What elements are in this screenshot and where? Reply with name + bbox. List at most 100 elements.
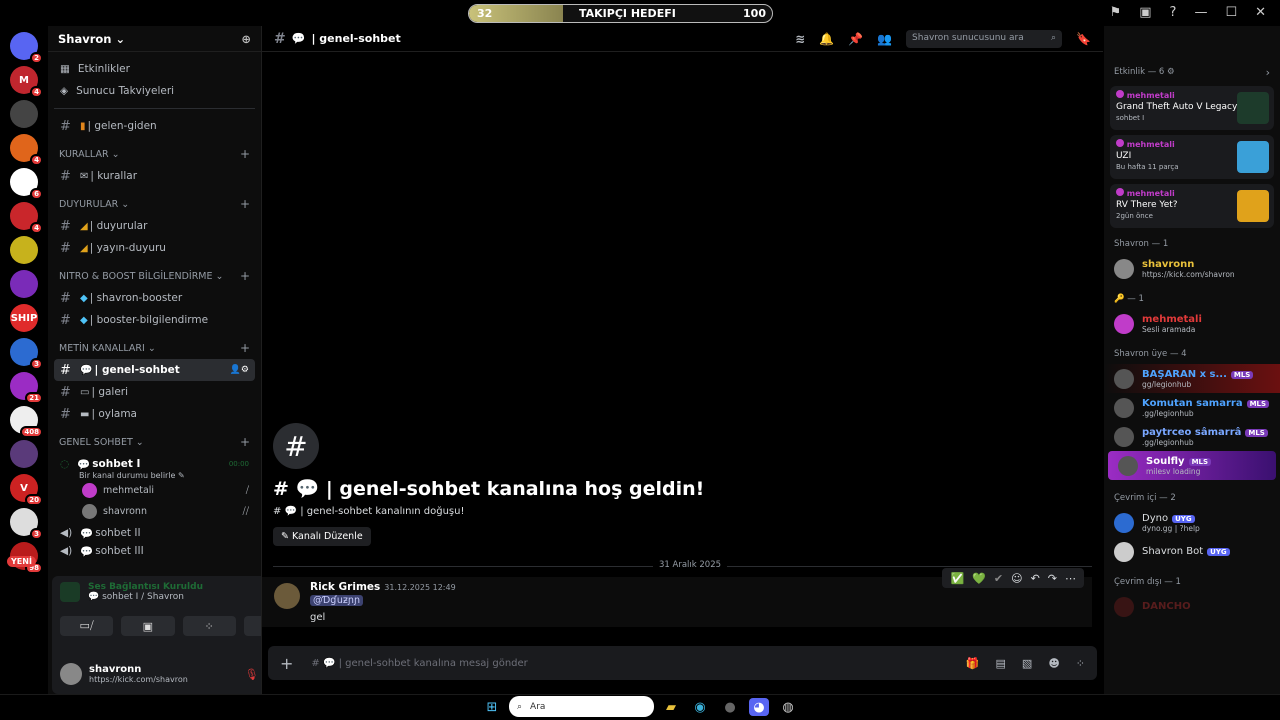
reply-icon[interactable]: ↶ [1031, 572, 1040, 585]
channel-genel-sohbet[interactable]: # 💬 | genel-sohbet 👤⚙ [54, 359, 255, 381]
gif-icon[interactable]: ▤ [996, 657, 1006, 670]
boosts-item[interactable]: ◈ Sunucu Takviyeleri [54, 80, 255, 102]
discord-icon[interactable]: ◕ [749, 698, 769, 716]
member-row[interactable]: DANCHO [1104, 592, 1280, 621]
invite-member-icon[interactable]: 👤⚙ [230, 365, 249, 375]
server-icon[interactable] [10, 100, 38, 128]
channel-gelen-giden[interactable]: # ▮ | gelen-giden [54, 115, 255, 137]
channel-yayin-duyuru[interactable]: # ◢ | yayın-duyuru [54, 237, 255, 259]
server-icon[interactable]: 408 [10, 406, 43, 438]
channel-kurallar[interactable]: # ✉ | kurallar [54, 165, 255, 187]
activity-card[interactable]: mehmetali Grand Theft Auto V Legacy sohbet… [1110, 86, 1274, 130]
help-icon[interactable]: ? [1170, 5, 1177, 20]
voice-user[interactable]: shavronn ⧸⧸ [54, 501, 255, 522]
message-author[interactable]: Rick Grimes [310, 581, 380, 593]
message[interactable]: Rick Grimes 31.12.2025 12:49 @Ɗɠuƶɲɲ gel … [262, 568, 1092, 627]
taskbar-search[interactable]: ⌕ Ara [509, 696, 654, 717]
member-row[interactable]: BAŞARAN x s... MLS gg/legionhub [1104, 364, 1280, 393]
activity-card[interactable]: mehmetali RV There Yet? 2gün önce [1110, 184, 1274, 228]
reaction-tick-icon[interactable]: ✔ [994, 572, 1003, 585]
inbox-flag-icon[interactable]: ⚑ [1110, 5, 1122, 20]
add-channel-icon[interactable]: + [240, 197, 250, 211]
gift-icon[interactable]: 🎁 [966, 657, 980, 670]
member-row[interactable]: paytrceo sâmarrâ MLS .gg/legionhub [1104, 422, 1280, 451]
server-icon[interactable]: V 20 [10, 474, 43, 506]
apps-icon[interactable]: ⁘ [1076, 657, 1085, 670]
search-input[interactable]: Shavron sunucusunu ara ⌕ [906, 29, 1063, 48]
category-kurallar[interactable]: KURALLAR ⌄ + [54, 143, 255, 165]
member-row[interactable]: Shavron Bot UYG [1104, 537, 1280, 566]
members-icon[interactable]: 👥 [877, 32, 892, 46]
member-row[interactable]: Soulfly MLS milesv loading [1108, 451, 1276, 480]
channel-booster-bilgilendirme[interactable]: # ◆ | booster-bilgilendirme [54, 309, 255, 331]
category-metin[interactable]: METİN KANALLARI ⌄ + [54, 337, 255, 359]
voice-channel-link[interactable]: sohbet I / Shavron [102, 592, 184, 602]
server-icon[interactable]: 2 [10, 32, 43, 64]
chevron-right-icon[interactable]: › [1266, 66, 1270, 79]
avatar[interactable] [274, 583, 300, 609]
camera-button[interactable]: ▭⧸ [60, 616, 114, 636]
channel-shavron-booster[interactable]: # ◆ | shavron-booster [54, 287, 255, 309]
avatar[interactable] [60, 663, 82, 685]
guild-header[interactable]: Shavron ⌄ ⊕ [48, 26, 261, 52]
maximize-button[interactable]: ☐ [1225, 5, 1237, 20]
add-channel-icon[interactable]: + [240, 147, 250, 161]
windows-start-icon[interactable]: ⊞ [482, 698, 502, 716]
server-icon[interactable] [10, 270, 38, 298]
server-icon[interactable]: 6 [10, 168, 43, 200]
reaction-heart-icon[interactable]: 💚 [972, 572, 986, 585]
inbox-icon[interactable]: 🔖 [1076, 32, 1091, 46]
mic-muted-icon[interactable]: 🎙 [245, 668, 259, 681]
screen-icon[interactable]: ▣ [1139, 5, 1151, 20]
events-item[interactable]: ▦ Etkinlikler [54, 58, 255, 80]
server-icon[interactable] [10, 236, 38, 264]
screen-share-button[interactable]: ▣ [121, 616, 175, 636]
server-icon[interactable]: 3 [10, 338, 43, 370]
channel-oylama[interactable]: # ▬ | oylama [54, 403, 255, 425]
category-nitro[interactable]: NITRO & BOOST BİLGİLENDİRME ⌄ + [54, 265, 255, 287]
server-icon[interactable] [10, 440, 38, 468]
channel-status[interactable]: Bir kanal durumu belirle ✎ [54, 471, 255, 480]
channel-duyurular[interactable]: # ◢ | duyurular [54, 215, 255, 237]
reaction-check-icon[interactable]: ✅ [950, 572, 964, 585]
plus-icon[interactable]: + [280, 654, 293, 673]
minimize-button[interactable]: — [1194, 5, 1207, 20]
voice-channel-sohbet-3[interactable]: ◀) 💬 sohbet III [54, 544, 255, 558]
edge-icon[interactable]: ◉ [690, 698, 710, 716]
activity-card[interactable]: mehmetali UZI Bu hafta 11 parça [1110, 135, 1274, 179]
file-explorer-icon[interactable]: ▰ [661, 698, 681, 716]
voice-user[interactable]: mehmetali ⧸ [54, 480, 255, 501]
member-row[interactable]: Komutan samarra MLS .gg/legionhub [1104, 393, 1280, 422]
add-channel-icon[interactable]: + [240, 341, 250, 355]
member-row[interactable]: Dyno UYG dyno.gg | ?help [1104, 508, 1280, 537]
add-channel-icon[interactable]: + [240, 435, 250, 449]
app-icon[interactable]: ● [720, 698, 740, 716]
voice-status[interactable]: Ses Bağlantısı Kuruldu [88, 582, 203, 592]
server-icon[interactable]: SHIP [10, 304, 38, 332]
server-icon[interactable]: 21 [10, 372, 43, 404]
edit-channel-button[interactable]: ✎ Kanalı Düzenle [273, 527, 371, 546]
bell-icon[interactable]: 🔔 [819, 32, 834, 46]
server-icon[interactable]: 4 [10, 202, 43, 234]
channel-galeri[interactable]: # ▭ | galeri [54, 381, 255, 403]
invite-icon[interactable]: ⊕ [241, 32, 251, 46]
category-genel-sohbet[interactable]: GENEL SOHBET ⌄ + [54, 431, 255, 453]
add-channel-icon[interactable]: + [240, 269, 250, 283]
user-mention[interactable]: @Ɗɠuƶɲɲ [310, 595, 364, 606]
member-row[interactable]: mehmetali Sesli aramada [1104, 309, 1280, 338]
add-reaction-icon[interactable]: ☺ [1011, 572, 1022, 585]
message-input[interactable]: + # 💬 | genel-sohbet kanalına mesaj gönd… [268, 646, 1097, 680]
category-duyurular[interactable]: DUYURULAR ⌄ + [54, 193, 255, 215]
member-row[interactable]: shavronn https://kick.com/shavron [1104, 254, 1280, 283]
more-icon[interactable]: ⋯ [1065, 572, 1076, 585]
emoji-icon[interactable]: ☻ [1048, 657, 1059, 670]
sticker-icon[interactable]: ▧ [1022, 657, 1032, 670]
server-icon[interactable]: M4 [10, 66, 43, 98]
server-icon[interactable]: 3 [10, 508, 43, 540]
pin-icon[interactable]: 📌 [848, 32, 863, 46]
forward-icon[interactable]: ↷ [1048, 572, 1057, 585]
threads-icon[interactable]: ≋ [795, 32, 805, 46]
close-button[interactable]: ✕ [1255, 5, 1266, 20]
server-icon[interactable]: 4 [10, 134, 43, 166]
activities-button[interactable]: ⁘ [182, 616, 236, 636]
